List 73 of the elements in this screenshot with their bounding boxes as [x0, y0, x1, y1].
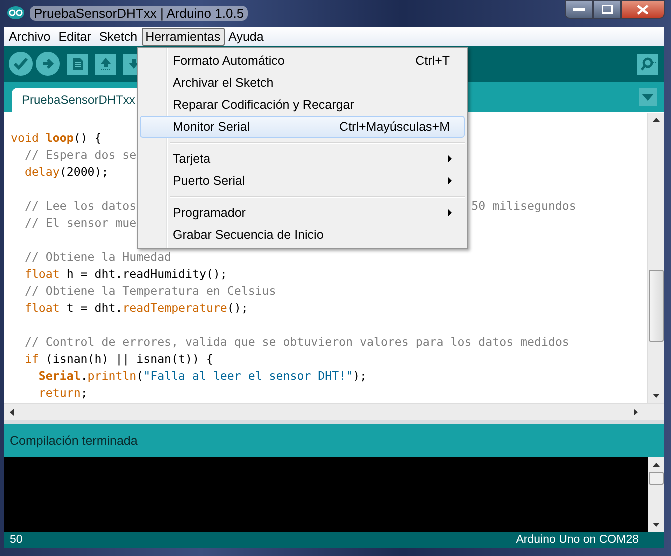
- code-keyword: float: [24, 267, 60, 281]
- code-keyword: println: [88, 369, 137, 383]
- scroll-up-icon[interactable]: [652, 463, 660, 467]
- scroll-down-icon[interactable]: [652, 523, 660, 527]
- code-comment: // Lee los datos: [24, 199, 137, 213]
- code-comment: // Espera dos se: [24, 148, 137, 162]
- caret-down-icon: [642, 94, 654, 100]
- code-keyword: delay: [24, 165, 60, 179]
- code-function: Serial: [38, 369, 81, 383]
- horizontal-scrollbar[interactable]: [4, 403, 664, 420]
- menu-item[interactable]: Grabar Secuencia de Inicio: [140, 224, 465, 246]
- window-title: PruebaSensorDHTxx | Arduino 1.0.5: [30, 6, 248, 20]
- code-keyword: if: [24, 352, 39, 366]
- code-comment: // Control de errores, valida que se obtuvieron valores para los datos medidos: [24, 335, 570, 349]
- menu-bar-item[interactable]: Herramientas: [142, 28, 225, 46]
- tab-menu-button[interactable]: [639, 88, 657, 106]
- arrow-down-icon: [128, 58, 140, 70]
- menu-item[interactable]: Tarjeta: [140, 148, 465, 170]
- menu-bar-item[interactable]: Ayuda: [224, 28, 268, 46]
- document-icon: [72, 57, 84, 71]
- code-keyword: readTemperature: [122, 301, 228, 315]
- maximize-button[interactable]: [593, 0, 621, 19]
- scroll-down-icon[interactable]: [652, 394, 660, 398]
- serial-monitor-button[interactable]: [637, 54, 658, 74]
- code-text: (2000);: [60, 165, 109, 179]
- code-text: );: [353, 369, 368, 383]
- code-comment: // Obtiene la Temperatura en Celsius: [24, 284, 276, 298]
- code-text: ();: [227, 301, 248, 315]
- code-keyword: return: [38, 386, 81, 400]
- scrollbar-thumb[interactable]: [649, 270, 664, 342]
- close-button[interactable]: [621, 0, 665, 19]
- code-text: t = dht.: [66, 301, 123, 315]
- code-text: .: [80, 369, 88, 383]
- code-function: loop: [44, 131, 74, 145]
- verify-button[interactable]: [9, 52, 33, 76]
- menu-bar-item[interactable]: Sketch: [95, 28, 142, 46]
- new-button[interactable]: [67, 54, 88, 74]
- vertical-scrollbar[interactable]: [647, 113, 664, 403]
- code-text: ;: [80, 386, 88, 400]
- open-button[interactable]: [95, 54, 116, 74]
- menu-bar-item[interactable]: Archivo: [5, 28, 55, 46]
- code-comment: // Obtiene la Humedad: [24, 250, 172, 264]
- close-icon: [637, 4, 649, 14]
- minimize-button[interactable]: [565, 0, 593, 19]
- code-text: h = dht.readHumidity();: [66, 267, 228, 281]
- code-keyword: float: [24, 301, 60, 315]
- code-text: () {: [74, 131, 102, 145]
- code-text: (: [136, 369, 144, 383]
- maximize-icon: [602, 5, 612, 14]
- code-comment: 50 milisegundos: [472, 199, 576, 213]
- infinity-logo-icon: [7, 6, 25, 20]
- console-scrollbar[interactable]: [648, 457, 664, 532]
- menu-bar-item[interactable]: Editar: [54, 28, 96, 46]
- menu-item[interactable]: Programador: [140, 202, 465, 224]
- checkmark-icon: [14, 58, 28, 70]
- menu-item[interactable]: Monitor Serial Ctrl+Mayúsculas+M: [140, 116, 465, 138]
- magnifier-icon: [640, 57, 656, 71]
- minimize-icon: [573, 8, 585, 12]
- arrow-up-icon: [100, 57, 112, 71]
- menu-item[interactable]: Puerto Serial: [140, 170, 465, 192]
- scrollbar-thumb[interactable]: [648, 472, 664, 485]
- upload-button[interactable]: [36, 52, 60, 76]
- line-number: 50: [10, 534, 23, 546]
- status-message: Compilación terminada: [10, 434, 138, 448]
- code-comment: // El sensor mue: [24, 216, 137, 230]
- scroll-right-icon[interactable]: [634, 408, 638, 416]
- code-string: "Falla al leer el sensor DHT!": [144, 369, 354, 383]
- board-port-label: Arduino Uno on COM28: [516, 534, 639, 546]
- scroll-left-icon[interactable]: [10, 408, 14, 416]
- scroll-up-icon[interactable]: [652, 118, 660, 122]
- arrow-right-icon: [42, 58, 54, 70]
- code-text: (isnan(h) || isnan(t)) {: [44, 352, 214, 366]
- code-keyword: void: [11, 131, 39, 145]
